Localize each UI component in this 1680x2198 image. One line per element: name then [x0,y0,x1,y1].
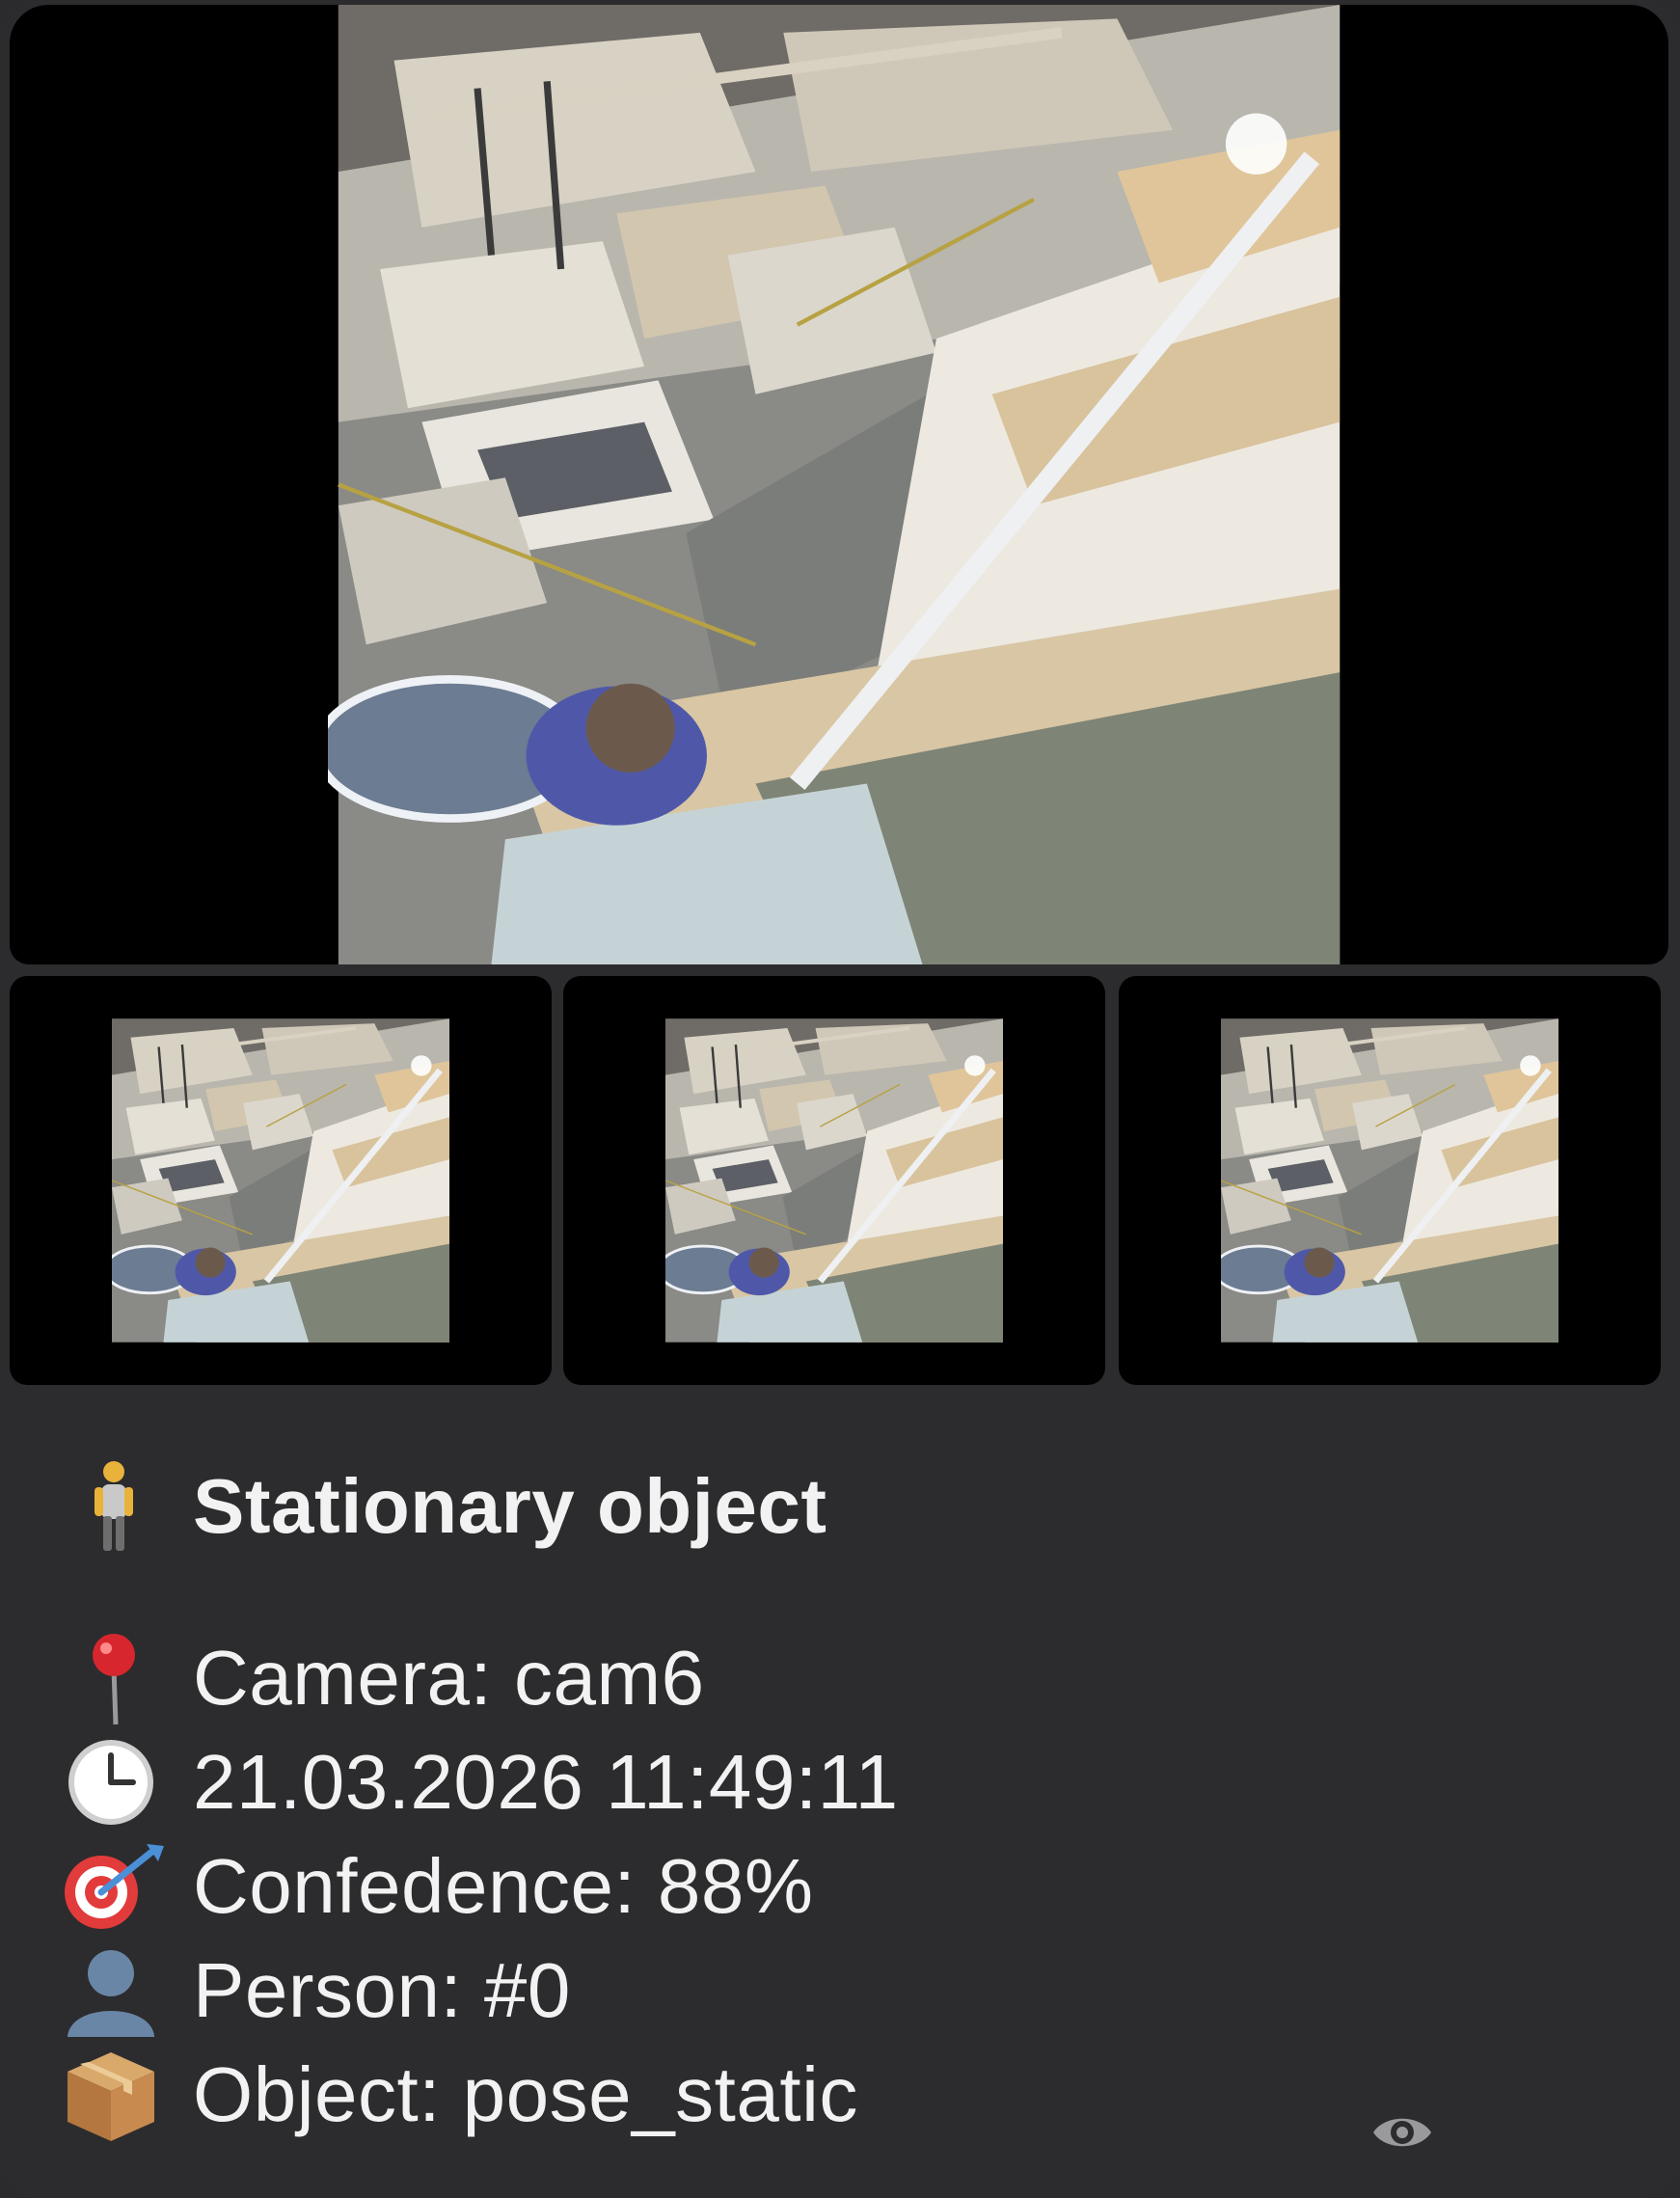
thumbnail-3-image [1221,976,1558,1385]
object-row: Object: pose_static [58,2047,858,2143]
standing-person-icon [58,1458,193,1555]
confidence-label: Confedence: 88% [193,1843,814,1929]
thumbnail-1-image [112,976,449,1385]
bust-silhouette-icon [58,1942,193,2039]
thumbnail-2[interactable] [563,976,1105,1385]
camera-row: Camera: cam6 [58,1630,705,1726]
clock-icon [58,1734,193,1831]
person-row: Person: #0 [58,1942,571,2039]
object-label: Object: pose_static [193,2051,858,2137]
camera-label: Camera: cam6 [193,1635,705,1721]
confidence-row: Confedence: 88% [58,1838,814,1935]
thumbnail-1[interactable] [10,976,552,1385]
alert-title: Stationary object [193,1463,827,1549]
alert-card: Stationary object Camera: cam6 21.03.202… [0,0,1680,2198]
round-pushpin-icon [58,1630,193,1726]
direct-hit-icon [58,1838,193,1935]
eye-icon[interactable] [1371,2110,1433,2155]
thumbnail-3[interactable] [1119,976,1661,1385]
package-icon [58,2047,193,2143]
thumbnail-2-image [665,976,1003,1385]
person-label: Person: #0 [193,1947,571,2033]
alert-title-row: Stationary object [58,1458,827,1555]
main-snapshot[interactable] [10,5,1668,964]
datetime-row: 21.03.2026 11:49:11 [58,1734,899,1831]
main-snapshot-image [328,5,1350,964]
datetime-label: 21.03.2026 11:49:11 [193,1739,899,1825]
